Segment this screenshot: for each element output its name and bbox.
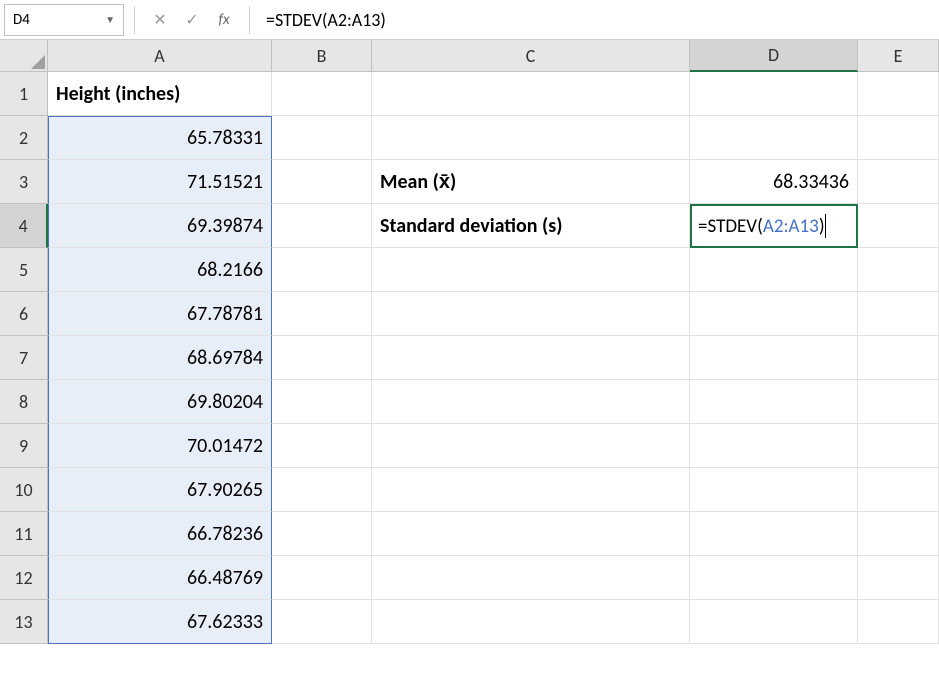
cell-e11[interactable] — [858, 512, 939, 556]
cell-d10[interactable] — [690, 468, 858, 512]
cell-e1[interactable] — [858, 72, 939, 116]
cell-b12[interactable] — [272, 556, 372, 600]
row-header-3[interactable]: 3 — [0, 160, 48, 204]
cell-b6[interactable] — [272, 292, 372, 336]
row-header-12[interactable]: 12 — [0, 556, 48, 600]
cell-e3[interactable] — [858, 160, 939, 204]
formula-input[interactable] — [256, 4, 939, 36]
cell-b8[interactable] — [272, 380, 372, 424]
cell-c4[interactable]: Standard deviation (s) — [372, 204, 690, 248]
cell-a5[interactable]: 68.2166 — [48, 248, 272, 292]
cell-b2[interactable] — [272, 116, 372, 160]
select-all-corner[interactable] — [0, 40, 48, 72]
cell-c8[interactable] — [372, 380, 690, 424]
cell-c12[interactable] — [372, 556, 690, 600]
formula-bar: D4 ▼ ✕ ✓ fx — [0, 0, 939, 40]
fx-icon[interactable]: fx — [215, 11, 233, 29]
cell-c7[interactable] — [372, 336, 690, 380]
cell-b11[interactable] — [272, 512, 372, 556]
row-header-9[interactable]: 9 — [0, 424, 48, 468]
cell-a2[interactable]: 65.78331 — [48, 116, 272, 160]
cell-d13[interactable] — [690, 600, 858, 644]
cell-a11[interactable]: 66.78236 — [48, 512, 272, 556]
col-header-b[interactable]: B — [272, 40, 372, 72]
row-header-7[interactable]: 7 — [0, 336, 48, 380]
cell-c1[interactable] — [372, 72, 690, 116]
cell-d7[interactable] — [690, 336, 858, 380]
cell-e9[interactable] — [858, 424, 939, 468]
cell-d6[interactable] — [690, 292, 858, 336]
cell-b9[interactable] — [272, 424, 372, 468]
col-header-a[interactable]: A — [48, 40, 272, 72]
cell-d4-formula: =STDEV(A2:A13) — [698, 215, 825, 238]
cell-c6[interactable] — [372, 292, 690, 336]
cell-d1[interactable] — [690, 72, 858, 116]
cell-d11[interactable] — [690, 512, 858, 556]
row-header-2[interactable]: 2 — [0, 116, 48, 160]
cell-d2[interactable] — [690, 116, 858, 160]
cell-d3[interactable]: 68.33436 — [690, 160, 858, 204]
formula-bar-buttons: ✕ ✓ fx — [141, 11, 243, 29]
confirm-icon[interactable]: ✓ — [183, 11, 201, 29]
col-header-d[interactable]: D — [690, 40, 858, 72]
cell-d5[interactable] — [690, 248, 858, 292]
row-header-5[interactable]: 5 — [0, 248, 48, 292]
cell-c9[interactable] — [372, 424, 690, 468]
cell-c5[interactable] — [372, 248, 690, 292]
cell-e13[interactable] — [858, 600, 939, 644]
divider — [134, 6, 135, 34]
cell-e10[interactable] — [858, 468, 939, 512]
cell-d4-active[interactable]: =STDEV(A2:A13) — [690, 204, 858, 248]
cell-d12[interactable] — [690, 556, 858, 600]
cell-b13[interactable] — [272, 600, 372, 644]
cell-a1[interactable]: Height (inches) — [48, 72, 272, 116]
cell-b5[interactable] — [272, 248, 372, 292]
cell-e12[interactable] — [858, 556, 939, 600]
cell-b4[interactable] — [272, 204, 372, 248]
cell-c2[interactable] — [372, 116, 690, 160]
name-box-value: D4 — [13, 11, 30, 29]
row-header-13[interactable]: 13 — [0, 600, 48, 644]
cell-c13[interactable] — [372, 600, 690, 644]
text-cursor — [825, 214, 826, 238]
cell-e7[interactable] — [858, 336, 939, 380]
cell-e8[interactable] — [858, 380, 939, 424]
cell-e2[interactable] — [858, 116, 939, 160]
row-header-11[interactable]: 11 — [0, 512, 48, 556]
cell-b10[interactable] — [272, 468, 372, 512]
name-box-dropdown-icon[interactable]: ▼ — [105, 13, 115, 26]
corner-triangle-icon — [31, 55, 45, 69]
cell-a12[interactable]: 66.48769 — [48, 556, 272, 600]
cell-d9[interactable] — [690, 424, 858, 468]
row-header-6[interactable]: 6 — [0, 292, 48, 336]
row-header-8[interactable]: 8 — [0, 380, 48, 424]
cell-a4[interactable]: 69.39874 — [48, 204, 272, 248]
cell-e5[interactable] — [858, 248, 939, 292]
divider — [249, 6, 250, 34]
cell-a7[interactable]: 68.69784 — [48, 336, 272, 380]
cell-e6[interactable] — [858, 292, 939, 336]
row-header-4[interactable]: 4 — [0, 204, 48, 248]
cell-a6[interactable]: 67.78781 — [48, 292, 272, 336]
row-header-10[interactable]: 10 — [0, 468, 48, 512]
cell-b3[interactable] — [272, 160, 372, 204]
name-box[interactable]: D4 ▼ — [4, 4, 124, 36]
col-header-c[interactable]: C — [372, 40, 690, 72]
row-header-1[interactable]: 1 — [0, 72, 48, 116]
cell-a10[interactable]: 67.90265 — [48, 468, 272, 512]
cell-b1[interactable] — [272, 72, 372, 116]
cell-d8[interactable] — [690, 380, 858, 424]
cell-c11[interactable] — [372, 512, 690, 556]
col-header-e[interactable]: E — [858, 40, 939, 72]
cell-e4[interactable] — [858, 204, 939, 248]
cancel-icon[interactable]: ✕ — [151, 11, 169, 29]
cell-a13[interactable]: 67.62333 — [48, 600, 272, 644]
spreadsheet-grid: A B C D E 1 Height (inches) 2 65.78331 3… — [0, 40, 939, 644]
cell-b7[interactable] — [272, 336, 372, 380]
cell-a8[interactable]: 69.80204 — [48, 380, 272, 424]
cell-c10[interactable] — [372, 468, 690, 512]
cell-c3[interactable]: Mean (x̄) — [372, 160, 690, 204]
cell-a9[interactable]: 70.01472 — [48, 424, 272, 468]
cell-a3[interactable]: 71.51521 — [48, 160, 272, 204]
